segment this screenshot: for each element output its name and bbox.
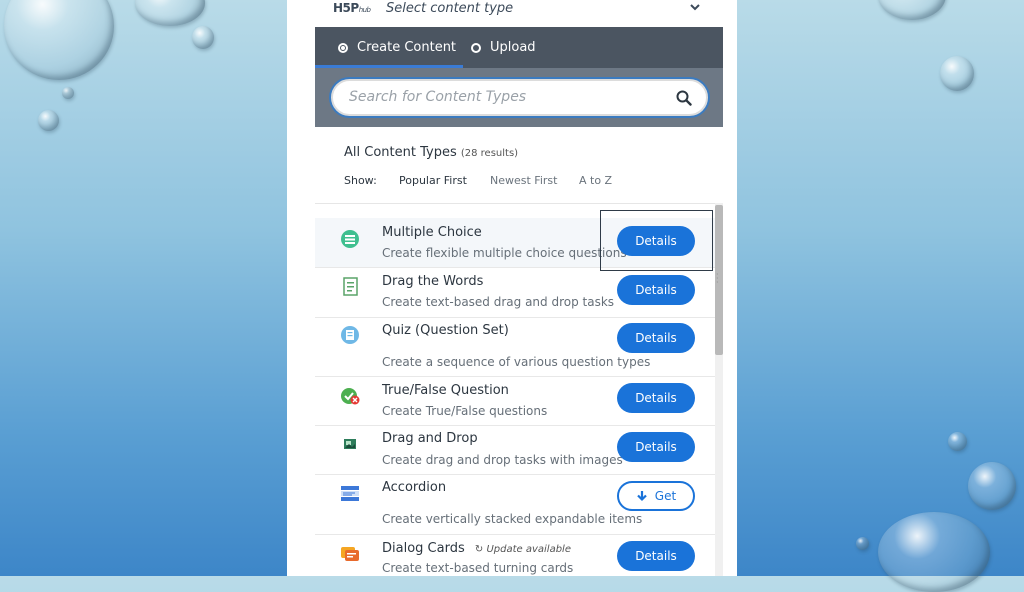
- details-button[interactable]: Details: [617, 275, 695, 305]
- details-button[interactable]: Details: [617, 383, 695, 413]
- search-icon[interactable]: [676, 90, 692, 106]
- content-type-description: Create a sequence of various question ty…: [382, 355, 651, 369]
- search-box: [331, 79, 708, 116]
- list-item-accordion[interactable]: Accordion Create vertically stacked expa…: [315, 475, 715, 535]
- list-item-drag-the-words[interactable]: Drag the Words Create text-based drag an…: [315, 268, 715, 318]
- radio-selected-icon: [338, 42, 348, 53]
- drag-words-icon: [343, 277, 358, 296]
- radio-unselected-icon: [471, 42, 481, 53]
- multiple-choice-icon: [341, 230, 359, 248]
- dialog-cards-icon: [341, 547, 359, 561]
- chevron-down-icon[interactable]: [690, 2, 700, 12]
- list-item-true-false-question[interactable]: True/False Question Create True/False qu…: [315, 377, 715, 426]
- content-type-title: Multiple Choice: [382, 225, 482, 240]
- list-title: All Content Types: [344, 145, 457, 160]
- content-type-title: Dialog Cards ↻ Update available: [382, 541, 571, 556]
- quiz-icon: [341, 326, 359, 344]
- content-type-title: Drag the Words: [382, 274, 484, 289]
- list-item-quiz-question-set[interactable]: Quiz (Question Set) Create a sequence of…: [315, 318, 715, 377]
- tab-upload[interactable]: Upload: [471, 27, 536, 68]
- water-droplet: [62, 87, 74, 99]
- refresh-icon: ↻: [474, 544, 484, 555]
- content-type-description: Create text-based turning cards: [382, 561, 574, 575]
- h5p-hub-logo: H5Phub: [333, 1, 371, 15]
- details-button[interactable]: Details: [617, 432, 695, 462]
- tab-bar: Create Content Upload: [315, 27, 723, 68]
- water-droplet: [940, 56, 974, 91]
- content-type-description: Create text-based drag and drop tasks: [382, 295, 615, 309]
- sort-popular-first[interactable]: Popular First: [399, 174, 467, 187]
- download-arrow-icon: [637, 491, 647, 502]
- content-type-title: Accordion: [382, 480, 447, 495]
- content-type-description: Create flexible multiple choice question…: [382, 246, 627, 260]
- tab-label: Upload: [490, 40, 536, 55]
- water-droplet: [856, 537, 869, 550]
- content-type-description: Create vertically stacked expandable ite…: [382, 512, 643, 526]
- hub-title: Select content type: [386, 1, 514, 16]
- content-type-description: Create drag and drop tasks with images: [382, 453, 623, 467]
- water-droplet: [878, 512, 990, 592]
- tab-create-content[interactable]: Create Content: [338, 27, 456, 68]
- drag-drop-icon: [344, 439, 356, 449]
- list-heading: All Content Types (28 results): [344, 145, 518, 160]
- search-input[interactable]: [349, 89, 659, 105]
- update-available-badge: ↻ Update available: [474, 544, 571, 555]
- water-droplet: [135, 0, 205, 26]
- water-droplet: [968, 462, 1016, 510]
- divider: [315, 203, 723, 204]
- accordion-icon: [341, 486, 359, 501]
- water-droplet: [38, 110, 59, 131]
- scrollbar-grip-icon: · · ·: [716, 270, 719, 287]
- details-button[interactable]: Details: [617, 323, 695, 353]
- tab-label: Create Content: [357, 40, 457, 55]
- list-item-drag-and-drop[interactable]: Drag and Drop Create drag and drop tasks…: [315, 426, 715, 475]
- get-button[interactable]: Get: [617, 481, 695, 511]
- content-type-title: True/False Question: [382, 383, 509, 398]
- content-type-description: Create True/False questions: [382, 404, 548, 418]
- focus-highlight: [600, 210, 713, 271]
- sort-a-to-z[interactable]: A to Z: [579, 174, 612, 187]
- details-button[interactable]: Details: [617, 541, 695, 571]
- result-count: (28 results): [460, 148, 519, 159]
- true-false-icon: [341, 388, 360, 405]
- water-droplet: [878, 0, 946, 20]
- hub-header[interactable]: [315, 0, 723, 27]
- sort-label: Show:: [344, 174, 377, 187]
- list-item-dialog-cards[interactable]: Dialog Cards ↻ Update available Create t…: [315, 535, 715, 580]
- water-droplet: [948, 432, 967, 451]
- content-type-title: Drag and Drop: [382, 431, 478, 446]
- water-droplet: [192, 26, 214, 49]
- water-droplet: [4, 0, 114, 80]
- sort-newest-first[interactable]: Newest First: [490, 174, 557, 187]
- get-button-label: Get: [654, 489, 677, 503]
- content-type-title: Quiz (Question Set): [382, 323, 509, 338]
